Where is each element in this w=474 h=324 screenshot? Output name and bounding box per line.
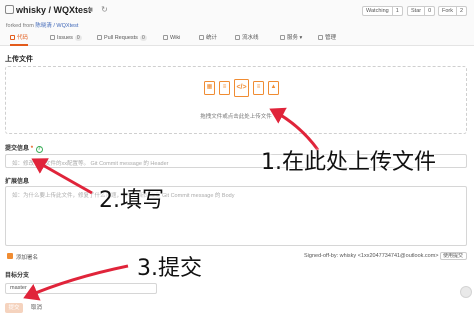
fork-label: Fork bbox=[442, 8, 453, 14]
tab-stats[interactable]: 统计 bbox=[199, 33, 217, 46]
pull-request-icon bbox=[97, 34, 102, 40]
tab-services[interactable]: 服务 ▾ bbox=[280, 33, 302, 46]
submit-button[interactable]: 提交 bbox=[5, 303, 23, 313]
pipeline-icon bbox=[235, 34, 240, 40]
repo-title: whisky / WQXtest bbox=[5, 5, 91, 15]
annotation-step-1: 1.在此处上传文件 bbox=[261, 150, 436, 175]
extended-info-textarea[interactable]: 如：为什么要上传此文件，修复了什么问题，有哪些新的改变 Git Commit m… bbox=[5, 186, 467, 246]
annotation-step-2: 2.填写 bbox=[99, 188, 164, 213]
services-icon bbox=[280, 34, 285, 40]
watching-button[interactable]: Watching 1 bbox=[362, 6, 403, 16]
upload-dropzone[interactable]: ▦ ≡ </> ≡ ▲ 拖拽文件或点击此处上传文件 bbox=[5, 66, 467, 134]
fork-count: 2 bbox=[456, 7, 466, 15]
pdf-file-icon: ▲ bbox=[268, 81, 279, 95]
floating-avatar[interactable] bbox=[460, 286, 472, 298]
tab-issues[interactable]: Issues 0 bbox=[50, 33, 82, 46]
lock-icon: ■ bbox=[88, 5, 93, 14]
tab-pipeline-label: 流水线 bbox=[242, 35, 259, 41]
upload-hint: 拖拽文件或点击此处上传文件 bbox=[200, 114, 272, 120]
signed-off-select[interactable]: 使用提交 bbox=[440, 252, 467, 260]
tab-wiki[interactable]: Wiki bbox=[163, 33, 180, 46]
extended-info-label: 扩展信息 bbox=[5, 179, 30, 185]
code-icon bbox=[10, 34, 15, 40]
tab-services-label: 服务 bbox=[287, 35, 299, 41]
tab-code-label: 代码 bbox=[17, 35, 29, 41]
watching-count: 1 bbox=[391, 7, 402, 15]
tab-issues-label: Issues bbox=[57, 35, 73, 41]
star-button[interactable]: Star 0 bbox=[407, 6, 436, 16]
add-signature-label: 添加署名 bbox=[16, 255, 39, 261]
target-branch-label: 目标分支 bbox=[5, 273, 30, 279]
repo-tabs: 代码 Issues 0 Pull Requests 0 Wiki 统计 流水线 服务… bbox=[0, 33, 474, 46]
target-branch-input[interactable]: master bbox=[5, 283, 157, 294]
stats-icon bbox=[199, 34, 204, 40]
tab-stats-label: 统计 bbox=[206, 35, 218, 41]
xls-file-icon: ▦ bbox=[204, 81, 215, 95]
tab-pull-requests-label: Pull Requests bbox=[104, 35, 138, 41]
required-mark: * bbox=[30, 146, 34, 152]
chevron-down-icon: ▾ bbox=[299, 35, 303, 41]
sync-icon[interactable]: ↻ bbox=[100, 5, 109, 14]
doc-file-icon: ≡ bbox=[253, 81, 264, 95]
star-label: Star bbox=[411, 8, 422, 14]
settings-icon bbox=[318, 34, 323, 40]
tab-pull-requests-badge: 0 bbox=[139, 35, 147, 41]
tab-manage-label: 管理 bbox=[325, 35, 337, 41]
repository-icon bbox=[5, 5, 14, 14]
tab-code[interactable]: 代码 bbox=[10, 33, 29, 46]
code-file-icon: </> bbox=[234, 79, 249, 97]
commit-message-label-text: 提交信息 bbox=[5, 146, 30, 152]
watching-label: Watching bbox=[366, 8, 389, 14]
repo-header: whisky / WQXtest ■ ↻ forked from 陈晓清 / W… bbox=[0, 0, 474, 46]
upload-section-title: 上传文件 bbox=[5, 56, 33, 63]
help-icon[interactable]: ? bbox=[35, 146, 43, 153]
tab-manage[interactable]: 管理 bbox=[318, 33, 336, 46]
repo-title-text[interactable]: whisky / WQXtest bbox=[16, 5, 91, 15]
tab-issues-badge: 0 bbox=[74, 35, 82, 41]
forked-from-prefix: forked from bbox=[6, 23, 36, 29]
file-type-icons: ▦ ≡ </> ≡ ▲ bbox=[199, 79, 283, 99]
star-count: 0 bbox=[424, 7, 434, 15]
tab-wiki-label: Wiki bbox=[170, 35, 181, 41]
fork-button[interactable]: Fork 2 bbox=[438, 6, 468, 16]
tab-pipeline[interactable]: 流水线 bbox=[235, 33, 259, 46]
annotation-step-3: 3.提交 bbox=[137, 256, 202, 281]
txt-file-icon: ≡ bbox=[219, 81, 230, 95]
add-signature-checkbox[interactable] bbox=[7, 253, 13, 259]
commit-message-label: 提交信息 * ? bbox=[5, 143, 43, 153]
wiki-icon bbox=[163, 34, 168, 40]
signed-off-text: Signed-off-by: whisky <1xx2047734741@out… bbox=[304, 253, 439, 259]
forked-source-link[interactable]: 陈晓清 / WQXtest bbox=[35, 23, 78, 29]
tab-pull-requests[interactable]: Pull Requests 0 bbox=[97, 33, 147, 46]
forked-from-line: forked from 陈晓清 / WQXtest bbox=[6, 21, 78, 29]
cancel-button[interactable]: 取消 bbox=[31, 303, 42, 313]
issue-icon bbox=[50, 34, 55, 40]
